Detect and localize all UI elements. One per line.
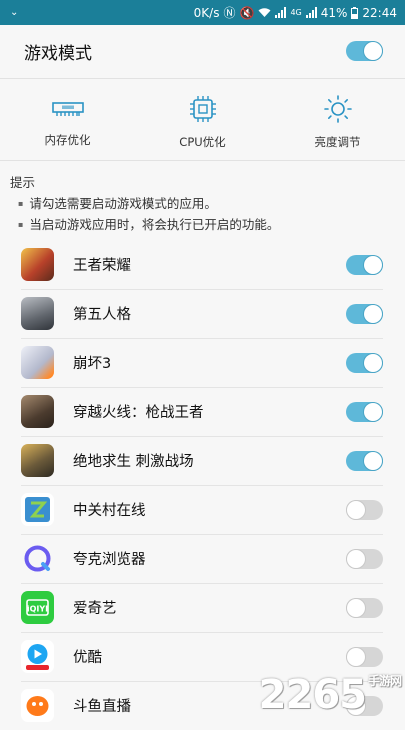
app-toggle[interactable] — [346, 352, 383, 373]
divider — [0, 78, 405, 79]
toggle-knob — [364, 451, 382, 470]
crossfire-icon — [21, 395, 54, 428]
cpu-icon — [189, 96, 216, 122]
brightness-icon — [323, 95, 352, 123]
app-name: 优酷 — [73, 650, 102, 666]
tool-label: CPU优化 — [179, 135, 226, 149]
down-chevron-icon: ⌄ — [10, 7, 19, 18]
list-item[interactable]: 穿越火线：枪战王者 — [0, 387, 405, 436]
toggle-knob — [347, 549, 365, 568]
toggle-knob — [347, 500, 365, 519]
tool-label: 内存优化 — [44, 133, 91, 147]
tool-label: 亮度调节 — [314, 135, 361, 149]
status-indicators: 0K/s Ⓝ 🔇 4G 41% 22:44 — [194, 4, 397, 21]
honor-of-kings-icon — [21, 248, 54, 281]
nfc-icon: Ⓝ — [223, 6, 236, 20]
toggle-knob — [364, 353, 382, 372]
app-toggle[interactable] — [346, 254, 383, 275]
battery-percent: 41% — [320, 5, 348, 20]
zol-icon — [21, 493, 54, 526]
app-toggle[interactable] — [346, 597, 383, 618]
toggle-knob — [347, 647, 365, 666]
clock: 22:44 — [362, 5, 397, 20]
list-item[interactable]: iQIYI 爱奇艺 — [0, 583, 405, 632]
tool-brightness[interactable]: 亮度调节 — [270, 80, 405, 158]
hint-line: 当启动游戏应用时，将会执行已开启的功能。 — [10, 214, 400, 235]
list-item[interactable]: 夸克浏览器 — [0, 534, 405, 583]
memory-icon — [51, 102, 84, 116]
app-name: 穿越火线：枪战王者 — [73, 405, 204, 421]
hint-section: 提示 请勾选需要启动游戏模式的应用。 当启动游戏应用时，将会执行已开启的功能。 — [10, 172, 400, 235]
app-toggle[interactable] — [346, 548, 383, 569]
toggle-knob — [364, 255, 382, 274]
watermark-suffix: 手游网 — [367, 674, 402, 688]
hint-title: 提示 — [10, 175, 36, 190]
tool-cpu[interactable]: CPU优化 — [135, 80, 270, 158]
app-name: 第五人格 — [73, 307, 131, 323]
list-item[interactable]: 王者荣耀 — [0, 240, 405, 289]
app-toggle[interactable] — [346, 499, 383, 520]
watermark-text: 2265 — [258, 672, 367, 718]
mute-icon: 🔇 — [239, 5, 255, 20]
list-item[interactable]: 中关村在线 — [0, 485, 405, 534]
svg-text:iQIYI: iQIYI — [27, 605, 48, 614]
app-name: 中关村在线 — [73, 503, 146, 519]
identity-v-icon — [21, 297, 54, 330]
optimization-tools: 内存优化 CPU优化 亮度调节 — [0, 80, 405, 158]
app-toggle[interactable] — [346, 450, 383, 471]
network-type: 4G — [290, 8, 302, 17]
app-name: 夸克浏览器 — [73, 552, 146, 568]
network-speed: 0K/s — [193, 5, 220, 20]
toggle-knob — [347, 598, 365, 617]
list-item[interactable]: 崩坏3 — [0, 338, 405, 387]
iqiyi-icon: iQIYI — [21, 591, 54, 624]
honkai-impact-icon — [21, 346, 54, 379]
game-mode-row: 游戏模式 — [0, 25, 405, 77]
signal-icon-2 — [305, 7, 317, 18]
app-name: 绝地求生 刺激战场 — [73, 454, 194, 470]
list-item[interactable]: 绝地求生 刺激战场 — [0, 436, 405, 485]
pubg-mobile-icon — [21, 444, 54, 477]
app-toggle[interactable] — [346, 646, 383, 667]
hint-line: 请勾选需要启动游戏模式的应用。 — [10, 193, 400, 214]
quark-browser-icon — [21, 542, 54, 575]
app-name: 崩坏3 — [73, 356, 112, 372]
list-item[interactable]: 第五人格 — [0, 289, 405, 338]
app-name: 爱奇艺 — [73, 601, 117, 617]
app-list: 王者荣耀 第五人格 崩坏3 穿越火线：枪战王者 绝地求生 刺激战场 中关村在线 — [0, 240, 405, 730]
watermark-logo: 2265 手游网 — [258, 672, 402, 718]
youku-icon — [21, 640, 54, 673]
signal-icon-1 — [275, 7, 287, 18]
wifi-icon — [258, 8, 271, 17]
divider — [0, 160, 405, 161]
game-mode-toggle[interactable] — [346, 41, 383, 61]
app-name: 王者荣耀 — [73, 258, 131, 274]
toggle-knob — [364, 42, 382, 60]
douyu-icon — [21, 689, 54, 722]
tool-memory[interactable]: 内存优化 — [0, 80, 135, 158]
toggle-knob — [364, 402, 382, 421]
status-bar: ⌄ 0K/s Ⓝ 🔇 4G 41% 22:44 — [0, 0, 405, 25]
app-toggle[interactable] — [346, 401, 383, 422]
battery-icon — [351, 6, 359, 19]
toggle-knob — [364, 304, 382, 323]
app-toggle[interactable] — [346, 303, 383, 324]
page-title: 游戏模式 — [24, 43, 92, 64]
